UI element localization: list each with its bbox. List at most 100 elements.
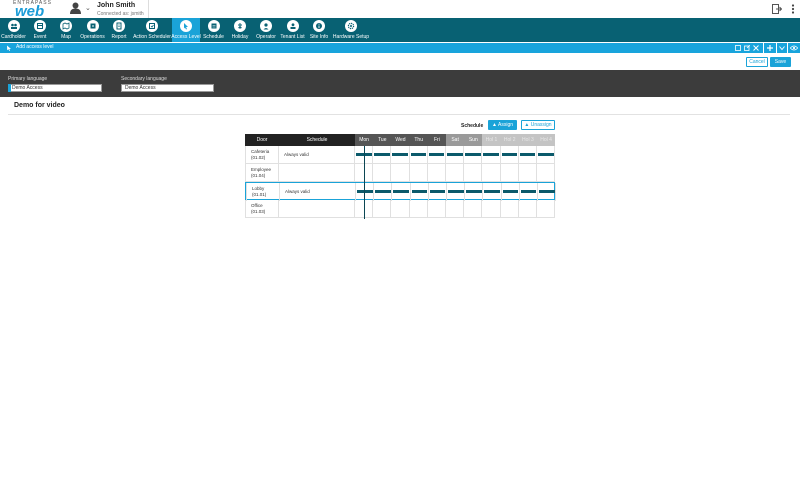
day-cell[interactable]: [501, 146, 519, 164]
column-header-day: Hol 4: [537, 134, 556, 146]
day-cell[interactable]: [410, 200, 428, 218]
day-cell[interactable]: [465, 183, 484, 201]
door-number: (01.01): [252, 192, 267, 197]
external-link-icon[interactable]: [744, 45, 750, 51]
column-header-day: Wed: [391, 134, 410, 146]
assign-button[interactable]: ▲ Assign: [488, 120, 517, 130]
schedule-bar: [483, 153, 500, 156]
primary-language-input[interactable]: [8, 84, 102, 92]
nav-access-level[interactable]: Access Level: [171, 18, 201, 42]
day-cell[interactable]: [373, 164, 392, 182]
nav-holiday[interactable]: Holiday: [227, 18, 253, 42]
top-header: ENTRAPASS web ⌄ John Smith Connected as:…: [0, 0, 800, 20]
day-cell[interactable]: [482, 164, 501, 182]
column-header-day: Hol 3: [518, 134, 537, 146]
schedule-bar: [447, 153, 463, 156]
day-cell[interactable]: [537, 200, 556, 218]
secondary-language-input[interactable]: [121, 84, 214, 92]
door-cell: Lobby (01.01): [246, 183, 280, 201]
schedule-cell[interactable]: Always valid: [280, 183, 356, 201]
day-cell[interactable]: [374, 183, 393, 201]
column-header-day: Mon: [355, 134, 374, 146]
day-cell[interactable]: [464, 146, 483, 164]
day-cell[interactable]: [391, 146, 410, 164]
day-cell[interactable]: [446, 146, 465, 164]
chevron-down-icon[interactable]: [779, 45, 785, 51]
nav-tenant-list[interactable]: Tenant List: [279, 18, 306, 42]
day-cell[interactable]: [429, 183, 447, 201]
schedule-bar: [448, 190, 464, 193]
day-cell[interactable]: [391, 200, 410, 218]
day-cell[interactable]: [446, 164, 465, 182]
day-cell[interactable]: [392, 183, 411, 201]
day-cell[interactable]: [482, 146, 501, 164]
door-row[interactable]: Office (01.03): [245, 200, 556, 218]
nav-operations[interactable]: Operations: [79, 18, 106, 42]
day-cell[interactable]: [411, 183, 429, 201]
day-cell[interactable]: [464, 200, 483, 218]
day-cell[interactable]: [410, 164, 428, 182]
unassign-button[interactable]: ▲ Unassign: [521, 120, 555, 130]
nav-label: Map: [61, 34, 71, 40]
day-cell[interactable]: [373, 146, 392, 164]
chevron-down-icon[interactable]: ⌄: [85, 4, 91, 12]
column-header-day: Tue: [373, 134, 392, 146]
day-cell[interactable]: [501, 164, 519, 182]
schedule-cell[interactable]: [279, 200, 355, 218]
cardholder-icon: [7, 20, 20, 32]
nav-event[interactable]: Event: [27, 18, 53, 42]
logout-icon[interactable]: [772, 4, 782, 14]
day-cell[interactable]: [519, 146, 537, 164]
door-row[interactable]: Cafeteria (01.02) Always valid: [245, 146, 556, 164]
day-cell[interactable]: [428, 146, 446, 164]
day-cell[interactable]: [446, 200, 465, 218]
eye-icon[interactable]: [790, 45, 798, 51]
nav-label: Site Info: [309, 34, 329, 40]
door-row[interactable]: Employee (01.04): [245, 164, 556, 182]
access-level-icon: [7, 45, 11, 51]
window-icon[interactable]: [735, 45, 741, 51]
day-cell[interactable]: [447, 183, 466, 201]
day-cell[interactable]: [537, 164, 556, 182]
day-cell[interactable]: [537, 146, 556, 164]
day-cell[interactable]: [519, 200, 537, 218]
day-cell[interactable]: [519, 164, 537, 182]
titlebar-divider: [763, 43, 764, 53]
day-cell[interactable]: [464, 164, 483, 182]
more-options-icon[interactable]: [788, 4, 798, 14]
day-cell[interactable]: [538, 183, 557, 201]
schedule-cell[interactable]: Always valid: [279, 146, 355, 164]
close-icon[interactable]: [753, 45, 759, 51]
nav-label: Tenant List: [280, 34, 305, 40]
nav-report[interactable]: Report: [106, 18, 132, 42]
day-cell[interactable]: [483, 183, 502, 201]
day-cell[interactable]: [373, 200, 392, 218]
column-header-day: Thu: [409, 134, 428, 146]
nav-operator[interactable]: Operator: [253, 18, 279, 42]
nav-site-info[interactable]: Site Info: [306, 18, 332, 42]
day-cell[interactable]: [482, 200, 501, 218]
nav-hardware-setup[interactable]: Hardware Setup: [332, 18, 370, 42]
nav-cardholder[interactable]: Cardholder: [0, 18, 27, 42]
schedule-cell[interactable]: [279, 164, 355, 182]
column-header-door: Door: [245, 134, 279, 146]
add-icon[interactable]: [767, 45, 773, 51]
nav-map[interactable]: Map: [53, 18, 79, 42]
nav-label: Holiday: [231, 34, 249, 40]
column-header-day: Fri: [427, 134, 446, 146]
day-cell[interactable]: [428, 200, 446, 218]
day-cell[interactable]: [356, 183, 375, 201]
day-cell[interactable]: [391, 164, 410, 182]
secondary-language-label: Secondary language: [121, 76, 167, 82]
day-cell[interactable]: [520, 183, 538, 201]
nav-schedule[interactable]: Schedule: [200, 18, 227, 42]
save-button[interactable]: Save: [770, 57, 791, 67]
door-row[interactable]: Lobby (01.01) Always valid: [245, 182, 557, 201]
day-cell[interactable]: [428, 164, 446, 182]
nav-action-scheduler[interactable]: Action Scheduler: [132, 18, 172, 42]
cancel-button[interactable]: Cancel: [746, 57, 768, 67]
day-cell[interactable]: [502, 183, 520, 201]
door-number: (01.04): [251, 173, 266, 178]
day-cell[interactable]: [410, 146, 428, 164]
day-cell[interactable]: [501, 200, 519, 218]
